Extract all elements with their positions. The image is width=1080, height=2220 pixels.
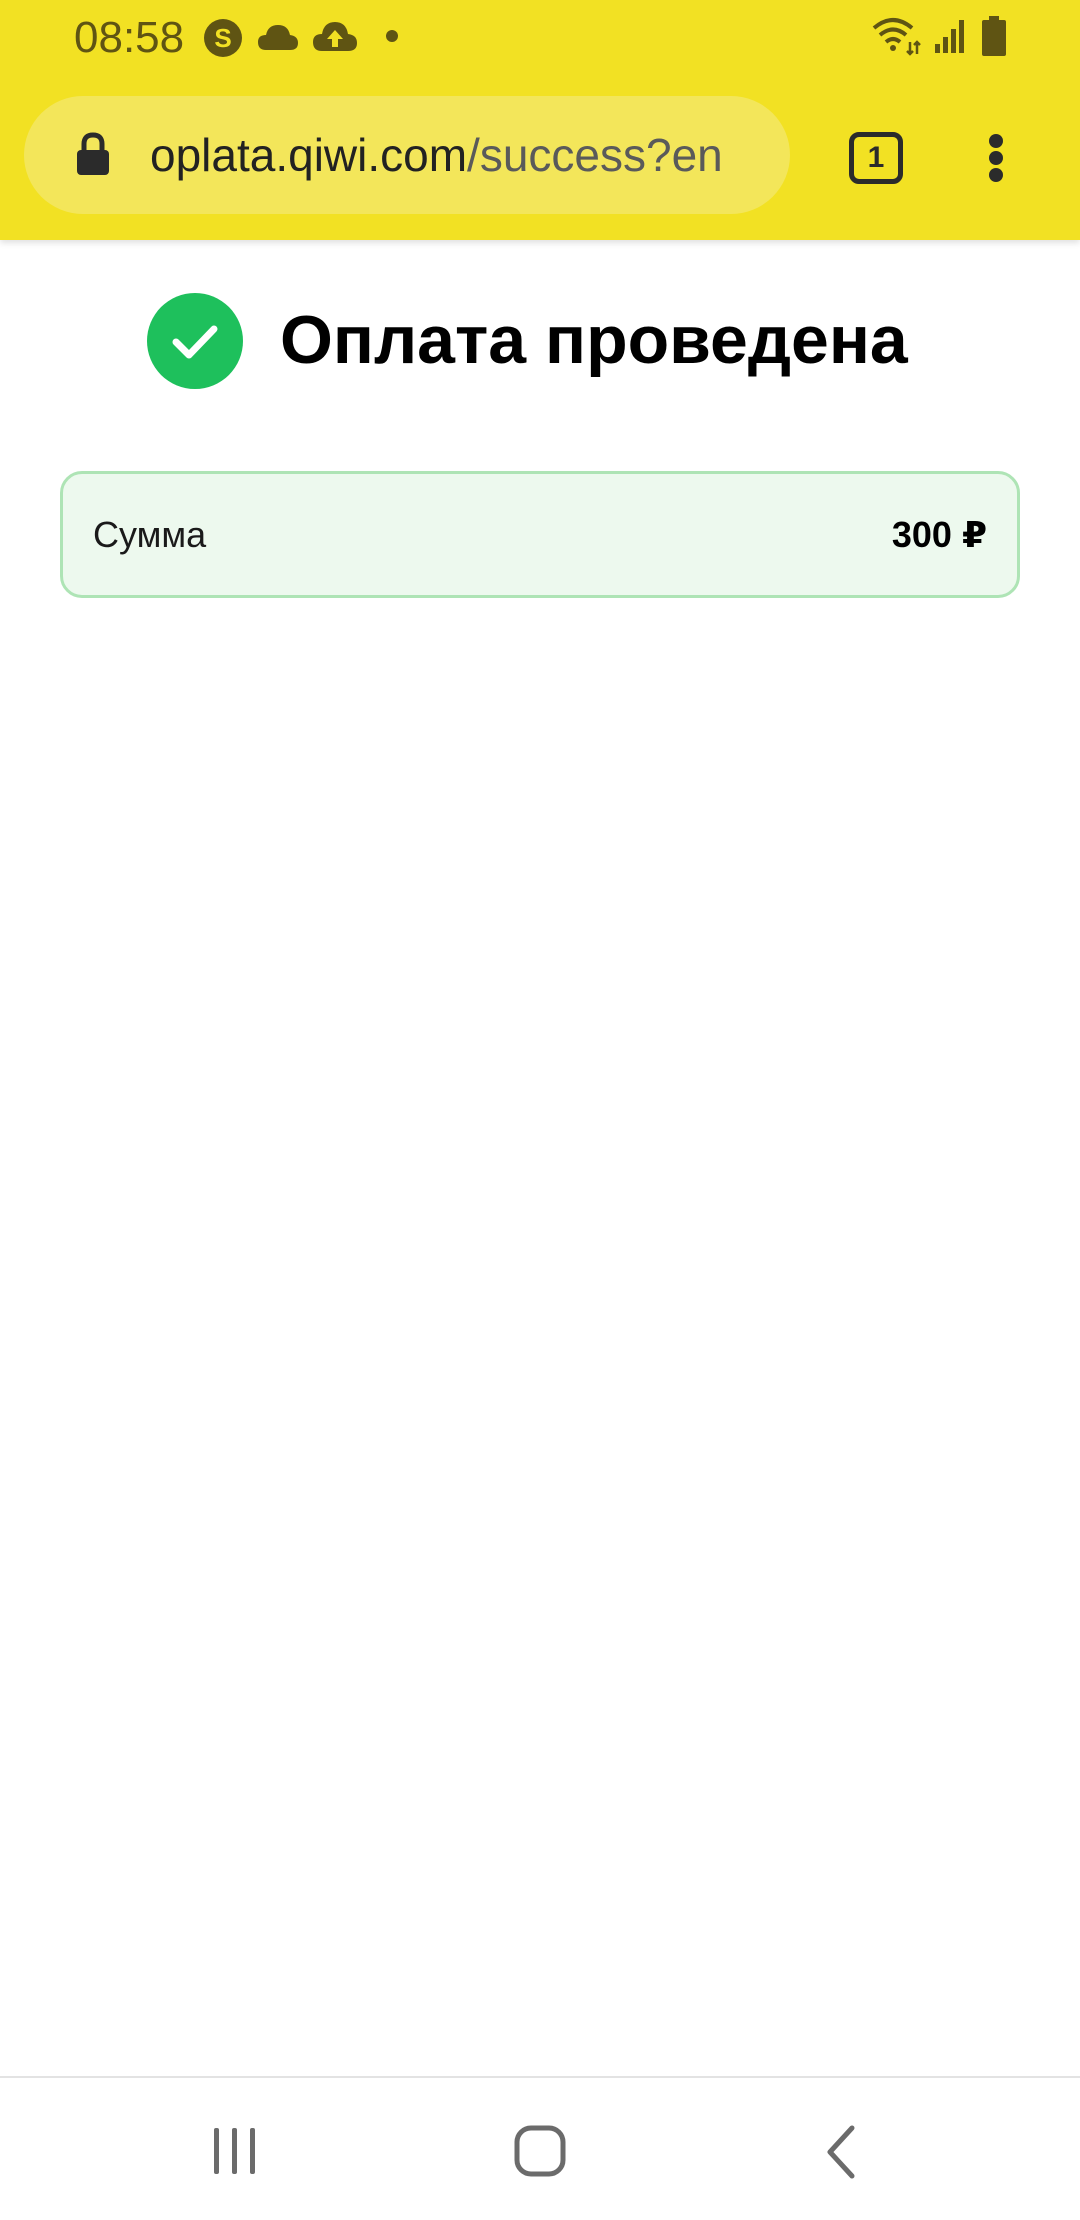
- tab-switcher-button[interactable]: 1: [849, 132, 903, 184]
- page-title: Оплата проведена: [280, 302, 908, 378]
- recents-icon[interactable]: [190, 2122, 280, 2182]
- success-header: Оплата проведена: [0, 285, 1080, 395]
- menu-dot-icon: [989, 134, 1003, 148]
- battery-icon: [982, 16, 1006, 56]
- home-icon[interactable]: [495, 2118, 585, 2186]
- url-text[interactable]: oplata.qiwi.com/success?en: [150, 126, 786, 184]
- menu-dot-icon: [989, 168, 1003, 182]
- check-circle-icon: [147, 293, 243, 389]
- skype-icon: S: [204, 19, 242, 57]
- lock-icon: [77, 132, 109, 175]
- amount-label: Сумма: [93, 514, 207, 555]
- cloud-upload-icon: [313, 22, 357, 51]
- menu-dot-icon: [989, 151, 1003, 165]
- wifi-icon: [872, 18, 921, 56]
- menu-button[interactable]: [976, 130, 1016, 186]
- svg-text:S: S: [214, 23, 231, 53]
- cloud-icon: [258, 25, 298, 50]
- notification-dot-icon: [386, 30, 398, 42]
- amount-card: Сумма 300 ₽: [60, 471, 1020, 598]
- url-path: /success?en: [467, 129, 723, 181]
- url-host: oplata.qiwi.com: [150, 129, 468, 181]
- signal-icon: [935, 20, 964, 53]
- back-icon[interactable]: [800, 2118, 880, 2186]
- browser-chrome: 08:58 S oplata.qiwi.com/success?en 1: [0, 0, 1080, 240]
- screen: 08:58 S oplata.qiwi.com/success?en 1 Опл…: [0, 0, 1080, 2220]
- amount-value: 300 ₽: [891, 514, 987, 555]
- status-time: 08:58: [74, 13, 185, 62]
- url-bar[interactable]: oplata.qiwi.com/success?en: [24, 96, 790, 214]
- navigation-bar: [0, 2076, 1080, 2220]
